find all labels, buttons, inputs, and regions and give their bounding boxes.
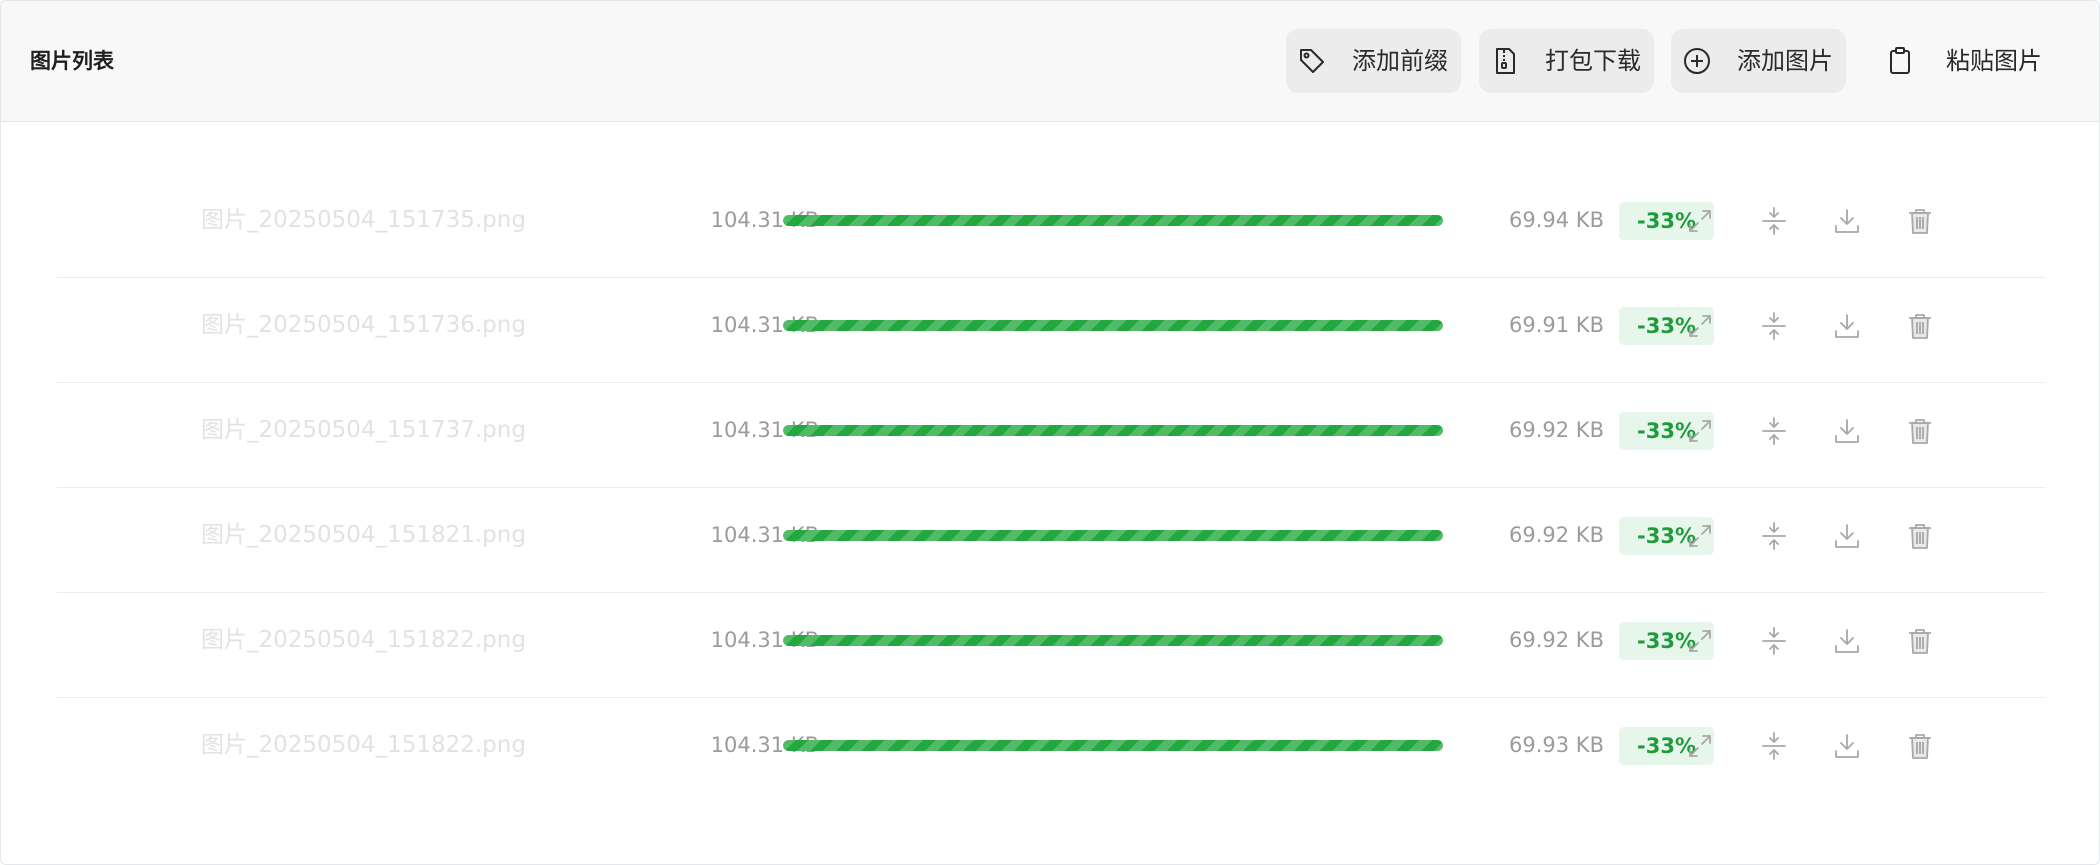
delete-button[interactable] xyxy=(1904,730,1936,762)
progress-fill xyxy=(783,425,1443,436)
file-row: 图片_20250504_151735.png 104.31 KB 69.94 KB -… xyxy=(57,172,2045,278)
add-prefix-label: 添加前缀 xyxy=(1352,47,1448,75)
expand-icon xyxy=(1684,520,1716,552)
progress-fill xyxy=(783,530,1443,541)
compressed-size: 69.91 KB xyxy=(1509,313,1604,337)
progress-bar xyxy=(783,215,1443,226)
delete-button[interactable] xyxy=(1904,415,1936,447)
progress-bar xyxy=(783,635,1443,646)
file-row: 图片_20250504_151736.png 104.31 KB 69.91 KB -… xyxy=(57,277,2045,383)
compressed-size: 69.94 KB xyxy=(1509,208,1604,232)
page-title: 图片列表 xyxy=(30,49,114,73)
paste-image-label: 粘贴图片 xyxy=(1946,47,2042,75)
compress-icon xyxy=(1758,625,1790,657)
progress-fill xyxy=(783,740,1443,751)
delete-button[interactable] xyxy=(1904,520,1936,552)
file-row: 图片_20250504_151822.png 104.31 KB 69.93 KB -… xyxy=(57,697,2045,802)
trash-icon xyxy=(1904,415,1936,447)
compress-icon xyxy=(1758,415,1790,447)
compress-button[interactable] xyxy=(1758,415,1790,447)
download-button[interactable] xyxy=(1831,520,1863,552)
progress-bar xyxy=(783,425,1443,436)
expand-icon xyxy=(1684,205,1716,237)
compress-icon xyxy=(1758,310,1790,342)
preview-button[interactable] xyxy=(1684,310,1716,342)
download-icon xyxy=(1831,415,1863,447)
file-row: 图片_20250504_151737.png 104.31 KB 69.92 KB -… xyxy=(57,382,2045,488)
file-name: 图片_20250504_151822.png xyxy=(201,627,526,653)
progress-fill xyxy=(783,320,1443,331)
compress-icon xyxy=(1758,520,1790,552)
expand-icon xyxy=(1684,730,1716,762)
trash-icon xyxy=(1904,520,1936,552)
preview-button[interactable] xyxy=(1684,625,1716,657)
compress-icon xyxy=(1758,730,1790,762)
header-bar: 图片列表 添加前缀 打包下载 添加图片 粘贴图片 xyxy=(1,1,2099,122)
zip-download-label: 打包下载 xyxy=(1545,47,1641,75)
add-prefix-button[interactable]: 添加前缀 xyxy=(1286,29,1461,93)
preview-button[interactable] xyxy=(1684,520,1716,552)
file-name: 图片_20250504_151821.png xyxy=(201,522,526,548)
compressed-size: 69.93 KB xyxy=(1509,733,1604,757)
paste-image-button[interactable]: 粘贴图片 xyxy=(1874,29,2049,93)
compress-button[interactable] xyxy=(1758,730,1790,762)
expand-icon xyxy=(1684,625,1716,657)
preview-button[interactable] xyxy=(1684,205,1716,237)
preview-button[interactable] xyxy=(1684,730,1716,762)
file-row: 图片_20250504_151822.png 104.31 KB 69.92 KB -… xyxy=(57,592,2045,698)
progress-bar xyxy=(783,320,1443,331)
expand-icon xyxy=(1684,415,1716,447)
compressed-size: 69.92 KB xyxy=(1509,628,1604,652)
download-icon xyxy=(1831,520,1863,552)
compressed-size: 69.92 KB xyxy=(1509,418,1604,442)
add-image-label: 添加图片 xyxy=(1737,47,1833,75)
progress-bar xyxy=(783,740,1443,751)
delete-button[interactable] xyxy=(1904,625,1936,657)
zip-download-button[interactable]: 打包下载 xyxy=(1479,29,1654,93)
file-name: 图片_20250504_151737.png xyxy=(201,417,526,443)
compress-button[interactable] xyxy=(1758,205,1790,237)
delete-button[interactable] xyxy=(1904,205,1936,237)
file-row: 图片_20250504_151821.png 104.31 KB 69.92 KB -… xyxy=(57,487,2045,593)
compress-button[interactable] xyxy=(1758,520,1790,552)
download-button[interactable] xyxy=(1831,415,1863,447)
delete-button[interactable] xyxy=(1904,310,1936,342)
progress-bar xyxy=(783,530,1443,541)
preview-button[interactable] xyxy=(1684,415,1716,447)
trash-icon xyxy=(1904,310,1936,342)
compress-button[interactable] xyxy=(1758,310,1790,342)
download-icon xyxy=(1831,625,1863,657)
download-button[interactable] xyxy=(1831,730,1863,762)
compress-icon xyxy=(1758,205,1790,237)
expand-icon xyxy=(1684,310,1716,342)
file-name: 图片_20250504_151822.png xyxy=(201,732,526,758)
trash-icon xyxy=(1904,205,1936,237)
compressed-size: 69.92 KB xyxy=(1509,523,1604,547)
download-icon xyxy=(1831,205,1863,237)
file-name: 图片_20250504_151735.png xyxy=(201,207,526,233)
compress-button[interactable] xyxy=(1758,625,1790,657)
download-button[interactable] xyxy=(1831,625,1863,657)
image-list-panel: 图片列表 添加前缀 打包下载 添加图片 粘贴图片 图片_20250504_151… xyxy=(0,0,2100,865)
progress-fill xyxy=(783,635,1443,646)
file-name: 图片_20250504_151736.png xyxy=(201,312,526,338)
download-button[interactable] xyxy=(1831,205,1863,237)
progress-fill xyxy=(783,215,1443,226)
download-icon xyxy=(1831,730,1863,762)
download-button[interactable] xyxy=(1831,310,1863,342)
trash-icon xyxy=(1904,625,1936,657)
add-image-button[interactable]: 添加图片 xyxy=(1671,29,1846,93)
download-icon xyxy=(1831,310,1863,342)
trash-icon xyxy=(1904,730,1936,762)
